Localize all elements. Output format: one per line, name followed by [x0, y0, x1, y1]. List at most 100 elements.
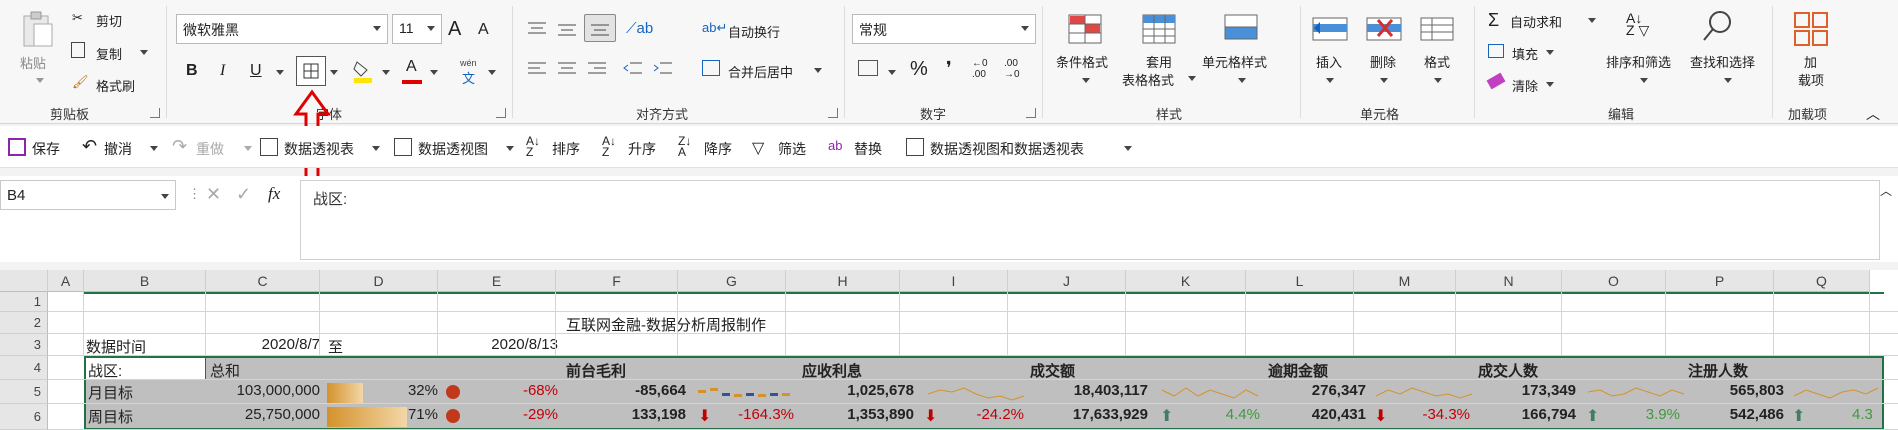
expand-formula-icon[interactable]: ︿ [1880, 182, 1892, 199]
phonetic-button[interactable]: 文 [462, 68, 475, 87]
increase-decimal-icon[interactable]: ←0.00 [972, 58, 988, 80]
column-header-K[interactable]: K [1126, 270, 1246, 292]
insert-function-button[interactable]: fx [268, 184, 280, 204]
autosum-caret[interactable] [1588, 18, 1596, 23]
format-caret[interactable] [1434, 78, 1442, 83]
font-name-select[interactable]: 微软雅黑 [176, 14, 388, 44]
pivot-chart-button[interactable]: 数据透视图 [418, 139, 488, 159]
week-val-0[interactable]: 133,198 [566, 406, 686, 423]
cut-button[interactable]: 剪切 [96, 11, 122, 30]
find-select-button[interactable]: 查找和选择 [1690, 52, 1755, 71]
week-change-3[interactable]: -34.3% [1390, 406, 1470, 423]
fill-color-icon[interactable] [352, 58, 374, 83]
name-box[interactable]: B4 [0, 180, 176, 210]
conditional-format-button[interactable]: 条件格式 [1056, 52, 1108, 71]
align-bottom-icon[interactable] [584, 14, 616, 42]
align-top-icon[interactable] [526, 20, 548, 41]
month-target-label[interactable]: 月目标 [88, 382, 133, 403]
align-center-icon[interactable] [556, 60, 578, 81]
collapse-ribbon-icon[interactable]: ︿ [1866, 104, 1880, 124]
date-to-word[interactable]: 至 [328, 336, 343, 357]
date-to[interactable]: 2020/8/13 [440, 336, 558, 353]
percent-button[interactable]: % [910, 58, 928, 81]
clear-button[interactable]: 清除 [1512, 76, 1538, 95]
paste-caret[interactable] [36, 78, 44, 83]
shrink-font-button[interactable]: A [478, 21, 489, 39]
formula-more-icon[interactable]: ⋮ [188, 186, 201, 202]
week-e[interactable]: -29% [480, 406, 558, 423]
number-launcher[interactable] [1026, 108, 1036, 118]
autosum-button[interactable]: 自动求和 [1510, 12, 1562, 31]
sort-button[interactable]: 排序 [552, 139, 580, 159]
format-painter-button[interactable]: 格式刷 [96, 76, 135, 95]
insert-caret[interactable] [1326, 78, 1334, 83]
row-header-2[interactable]: 2 [0, 312, 48, 334]
comma-button[interactable]: ❜ [946, 58, 952, 79]
week-change-2[interactable]: 4.4% [1176, 406, 1260, 423]
format-button[interactable]: 格式 [1424, 52, 1450, 71]
column-header-L[interactable]: L [1246, 270, 1354, 292]
column-header-F[interactable]: F [556, 270, 678, 292]
copy-button[interactable]: 复制 [96, 44, 122, 63]
fill-color-caret[interactable] [382, 70, 390, 75]
pivot-both-button[interactable]: 数据透视图和数据透视表 [930, 139, 1084, 159]
align-right-icon[interactable] [586, 60, 608, 81]
orientation-icon[interactable]: ⟋ab [626, 20, 653, 37]
accounting-icon[interactable] [858, 60, 878, 76]
format-as-table-caret[interactable] [1188, 76, 1196, 81]
font-size-select[interactable]: 11 [392, 14, 442, 44]
qat-customize-caret[interactable] [1124, 146, 1132, 151]
month-val-3[interactable]: 276,347 [1266, 382, 1366, 399]
row-header-5[interactable]: 5 [0, 380, 48, 404]
select-all-corner[interactable] [0, 270, 48, 292]
cell-styles-caret[interactable] [1238, 78, 1246, 83]
increase-indent-icon[interactable] [652, 60, 674, 81]
column-header-A[interactable]: A [48, 270, 84, 292]
merge-center-button[interactable]: 合并后居中 [728, 62, 793, 81]
redo-caret[interactable] [244, 146, 252, 151]
week-val-2[interactable]: 17,633,929 [1030, 406, 1148, 423]
wrap-text-button[interactable]: 自动换行 [728, 22, 780, 41]
number-format-select[interactable]: 常规 [852, 14, 1036, 44]
column-header-I[interactable]: I [900, 270, 1008, 292]
month-total[interactable]: 103,000,000 [206, 382, 320, 399]
column-header-E[interactable]: E [438, 270, 556, 292]
save-button[interactable]: 保存 [32, 139, 60, 159]
header-registrations[interactable]: 注册人数 [1688, 360, 1748, 381]
column-header-J[interactable]: J [1008, 270, 1126, 292]
alignment-launcher[interactable] [828, 108, 838, 118]
clear-caret[interactable] [1546, 82, 1554, 87]
month-val-4[interactable]: 173,349 [1476, 382, 1576, 399]
grow-font-button[interactable]: A [448, 18, 461, 41]
column-header-P[interactable]: P [1666, 270, 1774, 292]
decrease-decimal-icon[interactable]: .00 →0 [1004, 58, 1020, 80]
clipboard-launcher[interactable] [150, 108, 160, 118]
month-val-0[interactable]: -85,664 [566, 382, 686, 399]
header-overdue[interactable]: 逾期金额 [1268, 360, 1328, 381]
sort-asc-button[interactable]: 升序 [628, 139, 656, 159]
decrease-indent-icon[interactable] [622, 60, 644, 81]
week-val-4[interactable]: 166,794 [1476, 406, 1576, 423]
cell-styles-button[interactable]: 单元格样式 [1202, 52, 1267, 71]
formula-input[interactable]: 战区: [300, 180, 1880, 260]
row-header-1[interactable]: 1 [0, 292, 48, 312]
font-launcher[interactable] [496, 108, 506, 118]
row-header-4[interactable]: 4 [0, 356, 48, 380]
column-header-D[interactable]: D [320, 270, 438, 292]
phonetic-caret[interactable] [488, 70, 496, 75]
week-target-label[interactable]: 周目标 [88, 406, 133, 427]
align-left-icon[interactable] [526, 60, 548, 81]
undo-caret[interactable] [150, 146, 158, 151]
column-header-O[interactable]: O [1562, 270, 1666, 292]
italic-button[interactable]: I [220, 62, 225, 80]
font-color-caret[interactable] [430, 70, 438, 75]
redo-button[interactable]: 重做 [196, 139, 224, 159]
underline-button[interactable]: U [250, 62, 262, 80]
underline-caret[interactable] [276, 70, 284, 75]
find-select-caret[interactable] [1724, 78, 1732, 83]
name-box-caret[interactable] [161, 194, 169, 199]
date-label[interactable]: 数据时间 [86, 336, 146, 357]
format-as-table-label2[interactable]: 表格格式 [1122, 70, 1174, 89]
week-change-4[interactable]: 3.9% [1600, 406, 1680, 423]
copy-caret[interactable] [140, 50, 148, 55]
